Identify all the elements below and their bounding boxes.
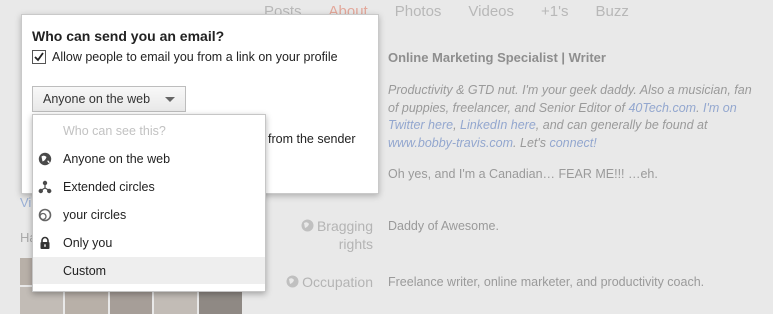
option-label: Custom xyxy=(63,263,107,278)
intro-text: . xyxy=(696,100,704,115)
occupation-label: Occupation xyxy=(286,273,373,291)
intro-link-40tech[interactable]: 40Tech.com xyxy=(628,101,696,115)
globe-icon xyxy=(286,274,299,288)
tab-plusones[interactable]: +1's xyxy=(523,0,577,26)
profile-intro-line: Oh yes, and I'm a Canadian… FEAR ME!!! …… xyxy=(388,167,658,181)
checkmark-icon xyxy=(34,52,44,62)
option-label: Only you xyxy=(63,235,113,250)
option-label: Extended circles xyxy=(63,179,155,194)
tab-videos[interactable]: Videos xyxy=(450,0,523,26)
chevron-down-icon xyxy=(165,97,175,102)
bragging-rights-value: Daddy of Awesome. xyxy=(388,219,499,233)
tab-buzz[interactable]: Buzz xyxy=(577,0,637,26)
globe-icon xyxy=(301,218,314,232)
option-label: Anyone on the web xyxy=(63,151,171,166)
circles-icon xyxy=(38,208,52,222)
option-only-you[interactable]: Only you xyxy=(33,229,265,256)
placeholder-label: Who can see this? xyxy=(63,123,166,138)
extended-circles-icon xyxy=(38,180,52,194)
option-anyone-on-the-web[interactable]: Anyone on the web xyxy=(33,145,265,172)
dialog-partial-text: from the sender xyxy=(268,132,356,146)
option-label: your circles xyxy=(63,207,127,222)
dialog-title: Who can send you an email? xyxy=(32,28,225,44)
left-column-link[interactable]: Vi xyxy=(20,195,31,210)
option-extended-circles[interactable]: Extended circles xyxy=(33,173,265,200)
bragging-label-line2: rights xyxy=(338,236,373,252)
blank-icon xyxy=(38,264,52,278)
globe-icon xyxy=(38,152,52,166)
intro-link-connect[interactable]: connect! xyxy=(549,136,596,150)
select-value: Anyone on the web xyxy=(43,92,151,106)
intro-link-linkedin[interactable]: LinkedIn here xyxy=(460,118,536,132)
occupation-label-text: Occupation xyxy=(302,274,373,290)
intro-text: . Let's xyxy=(513,135,550,150)
bragging-rights-label: Bragging rights xyxy=(301,217,373,253)
allow-email-checkbox[interactable] xyxy=(32,50,46,64)
occupation-value: Freelance writer, online marketer, and p… xyxy=(388,275,705,289)
bragging-label-line1: Bragging xyxy=(316,218,373,234)
allow-email-label: Allow people to email you from a link on… xyxy=(52,50,338,64)
option-custom[interactable]: Custom xyxy=(33,257,265,284)
lock-icon xyxy=(38,236,52,250)
tab-photos[interactable]: Photos xyxy=(377,0,451,26)
blank-icon xyxy=(38,124,52,138)
intro-text: , and can generally be found at xyxy=(535,118,708,132)
intro-link-website[interactable]: www.bobby-travis.com xyxy=(388,136,513,150)
email-visibility-select[interactable]: Anyone on the web xyxy=(32,86,186,112)
profile-introduction: Productivity & GTD nut. I'm your geek da… xyxy=(388,82,760,152)
visibility-dropdown-menu: Who can see this? Anyone on the web Exte… xyxy=(32,114,266,292)
allow-email-row: Allow people to email you from a link on… xyxy=(32,50,338,64)
profile-headline: Online Marketing Specialist | Writer xyxy=(388,50,606,65)
dropdown-placeholder: Who can see this? xyxy=(33,117,265,144)
option-your-circles[interactable]: your circles xyxy=(33,201,265,228)
intro-text: , xyxy=(453,118,461,132)
